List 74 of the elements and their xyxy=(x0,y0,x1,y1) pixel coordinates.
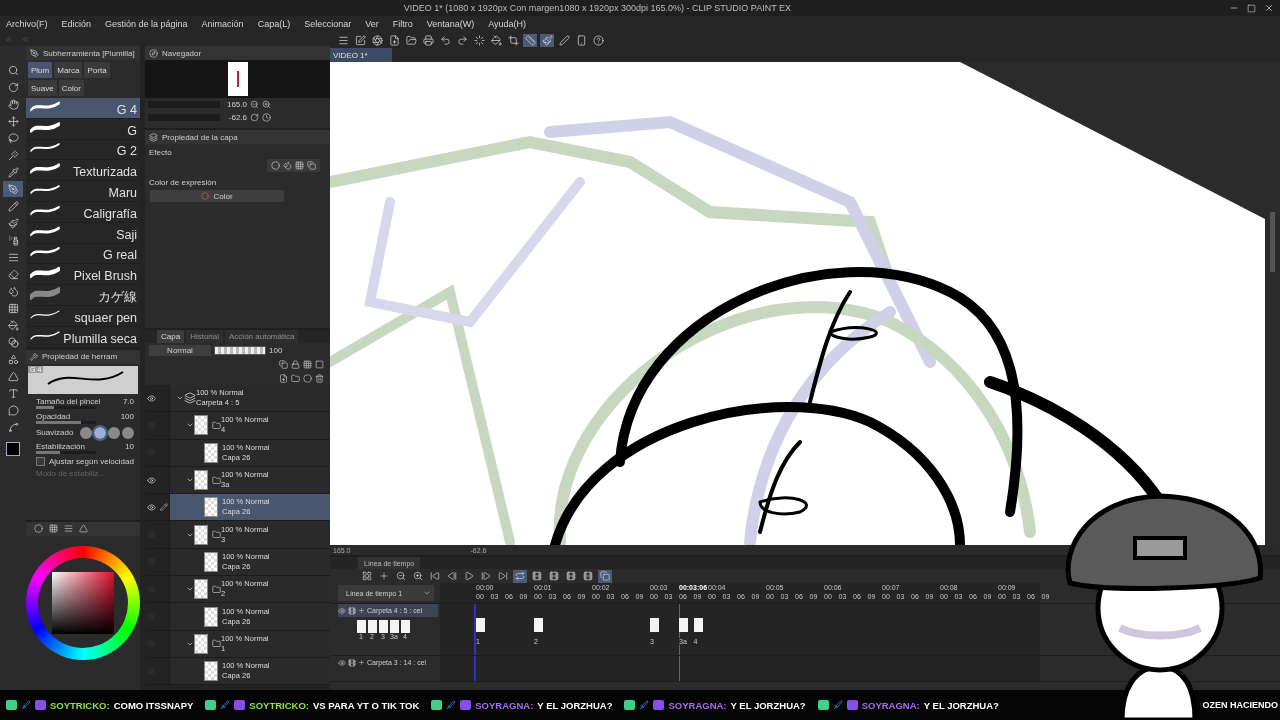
chat-message: Y EL JORZHUA? xyxy=(537,699,613,711)
subtool-group-tab[interactable]: Marca xyxy=(54,62,83,78)
panel-title: Propiedad de herram xyxy=(42,352,118,362)
brush-item[interactable]: Maru xyxy=(26,181,140,202)
chat-message: OZEN HACIENDO xyxy=(1202,700,1278,710)
chat-username: SOYRAGNA: xyxy=(861,699,920,711)
expression-dropdown[interactable]: Color xyxy=(150,190,284,202)
param-label: Opacidad xyxy=(36,411,71,421)
panel-title: Subherramienta [Plumilla] xyxy=(43,48,135,58)
menu-item[interactable]: Archivo(F) xyxy=(6,19,48,29)
panel-tab[interactable]: Historial xyxy=(186,330,224,343)
section-label: Efecto xyxy=(148,147,173,157)
brush-name: カゲ線 xyxy=(98,289,137,304)
chat-username: SOYTRICKO: xyxy=(50,699,110,711)
menu-item[interactable]: Ver xyxy=(365,19,379,29)
chat-message: Y EL JORZHUA? xyxy=(923,699,999,711)
param-value[interactable]: 10 xyxy=(125,441,134,451)
menu-item[interactable]: Filtro xyxy=(392,19,413,29)
brush-item[interactable]: G real xyxy=(26,243,140,265)
brush-item[interactable]: カゲ線 xyxy=(26,285,140,306)
param-label: Estabilización xyxy=(36,441,85,451)
menu-item[interactable]: Ayuda(H) xyxy=(488,19,527,29)
brush-name: G xyxy=(127,123,137,138)
zoom-value: 165.0 xyxy=(225,100,247,109)
chat-message: COMO ITSSNAPY xyxy=(113,699,194,711)
brush-name: G real xyxy=(102,248,137,263)
panel-title: Navegador xyxy=(162,48,202,58)
brush-item[interactable]: squaer pen xyxy=(26,305,140,327)
subtool-group-tab[interactable]: Color xyxy=(58,80,84,96)
param-value[interactable]: 7.0 xyxy=(122,396,134,406)
section-label: Color de expresión xyxy=(148,177,218,187)
panel-title: Propiedad de la capa xyxy=(162,132,238,142)
panel-tab[interactable]: Capa xyxy=(157,330,185,343)
brush-name: Pixel Brush xyxy=(73,269,137,284)
menu-item[interactable]: Ventana(W) xyxy=(426,19,475,29)
chat-message: Y EL JORZHUA? xyxy=(730,699,806,711)
brush-item[interactable]: G xyxy=(26,118,140,140)
document-tab[interactable]: VIDEO 1* xyxy=(330,48,392,62)
brush-item[interactable]: G 2 xyxy=(26,139,140,161)
param-label: Tamaño del pincel xyxy=(36,396,101,406)
menu-item[interactable]: Edición xyxy=(61,19,92,29)
subtool-group-tab[interactable]: Suave xyxy=(28,80,57,96)
chat-username: SOYRAGNA: xyxy=(668,699,727,711)
brush-name: Caligrafía xyxy=(83,206,137,221)
angle-value: -62.6 xyxy=(227,113,247,122)
chat-username: SOYRAGNA: xyxy=(475,699,534,711)
brush-name: Saji xyxy=(116,227,137,242)
menu-item[interactable]: Seleccionar xyxy=(304,19,352,29)
chat-username: SOYTRICKO: xyxy=(249,699,309,711)
brush-name: Plumilla seca xyxy=(63,331,137,346)
brush-item[interactable]: Saji xyxy=(26,222,140,244)
blend-mode-select[interactable]: Normal xyxy=(149,344,211,356)
subtool-group-tab[interactable]: Porta xyxy=(84,62,110,78)
param-label: Suavizado xyxy=(36,428,74,438)
param-label: Ajustar según velocidad xyxy=(49,456,134,466)
subtool-group-tab[interactable]: Plum xyxy=(28,62,53,78)
param-value[interactable]: 100 xyxy=(120,411,134,421)
brush-item[interactable]: Pixel Brush xyxy=(26,264,140,286)
brush-name: G 4 xyxy=(116,102,137,117)
brush-name: Maru xyxy=(108,186,137,200)
panel-tab[interactable]: Acción automática xyxy=(225,330,299,343)
menu-item[interactable]: Capa(L) xyxy=(257,19,291,29)
chat-message: VS PARA YT O TIK TOK xyxy=(313,699,420,711)
brush-item[interactable]: Caligrafía xyxy=(26,202,140,223)
brush-name: G 2 xyxy=(116,144,137,159)
opacity-value[interactable]: 100 xyxy=(269,345,283,355)
brush-name: Texturizada xyxy=(73,165,137,180)
menu-item[interactable]: Animación xyxy=(201,19,244,29)
brush-item[interactable]: G 4 xyxy=(26,98,140,119)
menu-item[interactable]: Gestión de la página xyxy=(105,19,188,29)
brush-item[interactable]: Texturizada xyxy=(26,160,140,182)
brush-name: squaer pen xyxy=(74,310,137,325)
brush-item[interactable]: Plumilla seca xyxy=(26,326,140,348)
window-title: VIDEO 1* (1080 x 1920px Con margen1080 x 1920px 300dpi 165.0%) - CLIP STUDIO PAINT EX xyxy=(403,3,791,13)
